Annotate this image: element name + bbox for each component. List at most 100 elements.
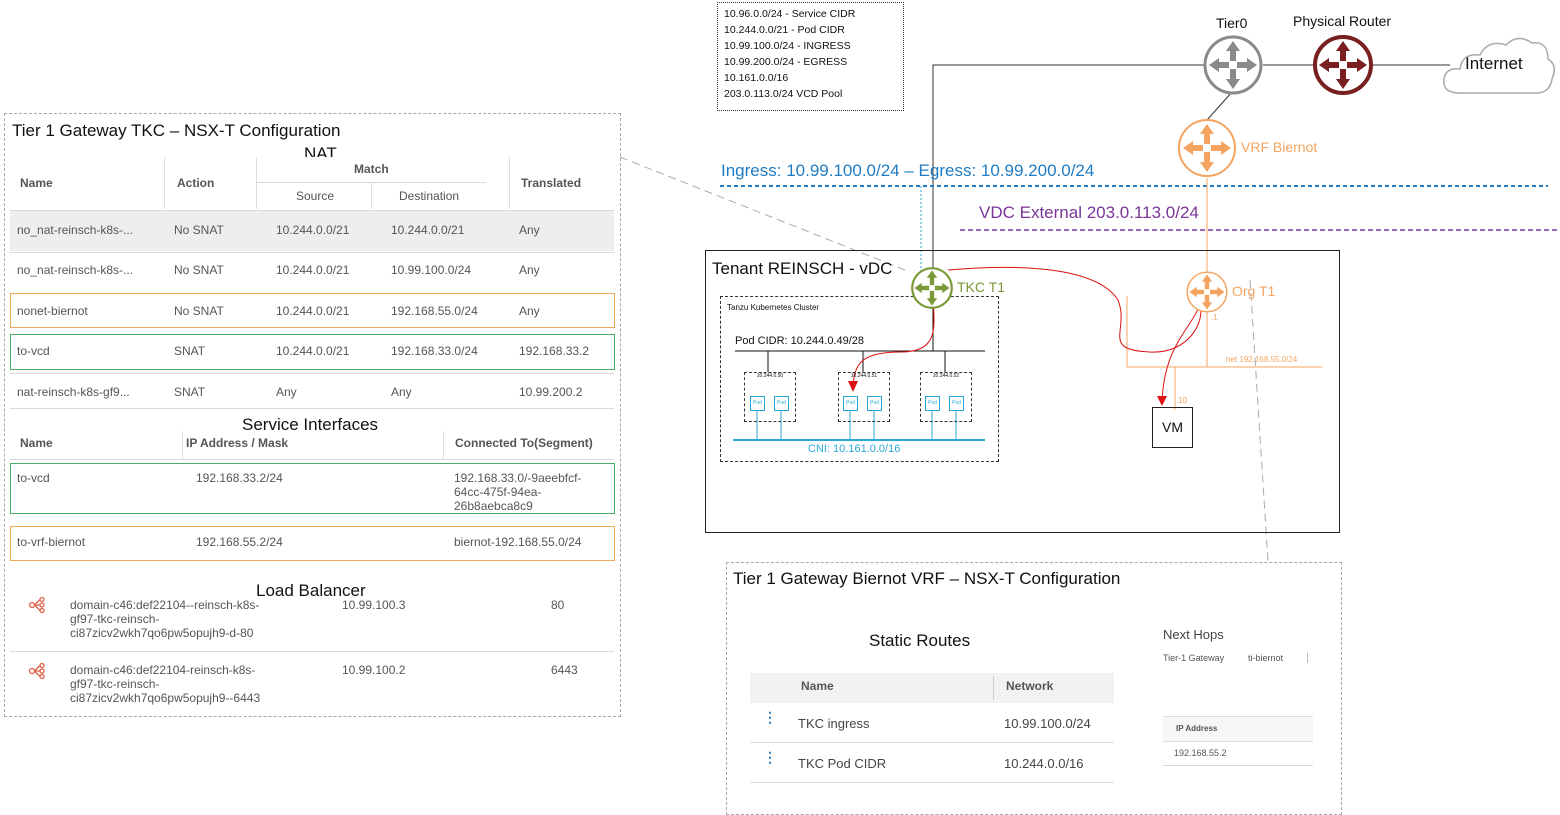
lb-name-line: ci87zicv2wkh7qo6pw5opujh9--6443 (70, 691, 261, 705)
vm-box: VM (1152, 407, 1193, 448)
next-hop-ip: 192.168.55.2 (1174, 748, 1227, 758)
si-cell-ip: 192.168.55.2/24 (196, 535, 283, 549)
pod-icon: Pod (843, 396, 858, 411)
cidr-legend-item: 10.99.100.0/24 - INGRESS (724, 40, 851, 52)
si-connected-line: 192.168.33.0/-9aeebfcf- (454, 471, 582, 485)
cidr-legend-item: 10.244.0.0/21 - Pod CIDR (724, 24, 845, 36)
cidr-legend-item: 10.96.0.0/24 - Service CIDR (724, 8, 856, 20)
lb-cell-name: domain-c46:def22104--reinsch-k8s- gf97-t… (70, 598, 259, 640)
physical-router-label: Physical Router (1293, 13, 1392, 29)
cidr-legend: 10.96.0.0/24 - Service CIDR 10.244.0.0/2… (717, 2, 904, 111)
vdc-external-label: VDC External 203.0.113.0/24 (979, 203, 1199, 222)
lb-name-line: ci87zicv2wkh7qo6pw5opujh9-d-80 (70, 626, 254, 640)
si-cell-name: to-vrf-biernot (17, 535, 86, 549)
next-hops-title: Next Hops (1163, 627, 1224, 642)
port-label: .1 (1211, 313, 1218, 322)
kebab-menu-icon[interactable]: ⋮ (763, 710, 777, 724)
nat-col-action: Action (177, 176, 215, 190)
nat-cell-action: No SNAT (174, 304, 224, 318)
nat-cell-name: no_nat-reinsch-k8s-... (17, 263, 134, 277)
pod-icon: Pod (867, 396, 882, 411)
lb-name-line: gf97-tkc-reinsch- (70, 612, 160, 626)
service-interfaces-title: Service Interfaces (242, 415, 379, 434)
node-label: 10.244.0.52 (932, 373, 960, 379)
cni-label: CNI: 10.161.0.0/16 (808, 443, 901, 455)
tier0-router-icon (1203, 35, 1263, 100)
si-col-name: Name (20, 436, 53, 450)
nat-cell-name: no_nat-reinsch-k8s-... (17, 223, 134, 237)
si-cell-connected: 192.168.33.0/-9aeebfcf- 64cc-475f-94ea- … (454, 471, 581, 513)
cidr-legend-item: 10.161.0.0/16 (724, 72, 789, 84)
nat-cell-name: nonet-biernot (17, 304, 88, 318)
routes-col-network: Network (1006, 679, 1054, 693)
nat-cell-destination: 10.244.0.0/21 (391, 223, 465, 237)
nat-cell-action: No SNAT (174, 223, 224, 237)
ip-address-col: IP Address (1176, 724, 1218, 733)
node-label: 10.244.0.51 (850, 373, 878, 379)
vrf-config-title: Tier 1 Gateway Biernot VRF – NSX-T Confi… (733, 569, 1121, 588)
route-cell-name: TKC Pod CIDR (798, 756, 887, 771)
pod-icon: Pod (949, 396, 964, 411)
nat-col-translated: Translated (521, 176, 582, 190)
cidr-legend-item: 203.0.113.0/24 VCD Pool (724, 88, 843, 100)
pod-icon: Pod (925, 396, 940, 411)
nat-col-name: Name (20, 176, 53, 190)
nat-cell-name: nat-reinsch-k8s-gf9... (17, 385, 130, 399)
next-hop-gateway: ti-biernot (1248, 653, 1284, 663)
nat-cell-source: 10.244.0.0/21 (276, 223, 350, 237)
load-balancer-icon (28, 662, 46, 685)
nat-cell-translated: Any (519, 223, 540, 237)
kebab-menu-icon[interactable]: ⋮ (763, 750, 777, 764)
nat-cell-source: Any (276, 385, 297, 399)
si-connected-line: 26b8aebca8c9 (454, 499, 533, 513)
ingress-egress-label: Ingress: 10.99.100.0/24 – Egress: 10.99.… (721, 161, 1095, 180)
nat-cell-translated: 10.99.200.2 (519, 385, 583, 399)
nat-cell-action: SNAT (174, 385, 206, 399)
next-hop-type: Tier-1 Gateway (1163, 653, 1225, 663)
pod-icon: Pod (750, 396, 765, 411)
nat-cell-name: to-vcd (17, 344, 50, 358)
node-label: 10.244.0.50 (756, 373, 784, 379)
tkc-t1-router-icon (910, 266, 954, 315)
si-col-connected: Connected To(Segment) (455, 436, 593, 450)
nat-cell-destination: 192.168.55.0/24 (391, 304, 478, 318)
nat-cell-source: 10.244.0.0/21 (276, 304, 350, 318)
nat-col-match: Match (354, 162, 389, 176)
si-cell-name: to-vcd (17, 471, 50, 485)
internet-label: Internet (1465, 54, 1523, 73)
nat-cell-destination: 10.99.100.0/24 (391, 263, 472, 277)
lb-cell-ip: 10.99.100.2 (342, 663, 406, 677)
org-net-label: net 192.168.55.0/24 (1226, 355, 1298, 364)
nat-col-source: Source (296, 189, 335, 203)
nat-cell-source: 10.244.0.0/21 (276, 263, 350, 277)
si-connected-line: 64cc-475f-94ea- (454, 485, 542, 499)
si-col-ip: IP Address / Mask (186, 436, 289, 450)
lb-cell-name: domain-c46:def22104-reinsch-k8s- gf97-tk… (70, 663, 260, 705)
nat-cell-action: SNAT (174, 344, 206, 358)
org-t1-router-icon (1185, 270, 1229, 319)
vm-port-label: 10 (1178, 396, 1187, 405)
physical-router-icon (1313, 35, 1373, 100)
si-cell-connected: biernot-192.168.55.0/24 (454, 535, 582, 549)
routes-col-name: Name (801, 679, 834, 693)
route-cell-network: 10.244.0.0/16 (1004, 756, 1084, 771)
vrf-router-icon (1177, 118, 1237, 183)
nat-col-destination: Destination (399, 189, 460, 203)
nat-cell-source: 10.244.0.0/21 (276, 344, 350, 358)
lb-name-line: domain-c46:def22104--reinsch-k8s- (70, 598, 260, 612)
nat-cell-destination: Any (391, 385, 412, 399)
nat-cell-action: No SNAT (174, 263, 224, 277)
tier0-label: Tier0 (1216, 15, 1248, 31)
nat-cell-translated: 192.168.33.2 (519, 344, 590, 358)
cidr-legend-item: 10.99.200.0/24 - EGRESS (724, 56, 848, 68)
nat-cell-translated: Any (519, 304, 540, 318)
route-cell-name: TKC ingress (798, 716, 870, 731)
static-routes-title: Static Routes (869, 631, 971, 650)
tkc-config-title: Tier 1 Gateway TKC – NSX-T Configuration (12, 121, 341, 140)
vrf-label: VRF Biernot (1241, 139, 1318, 155)
route-cell-network: 10.99.100.0/24 (1004, 716, 1091, 731)
org-t1-label: Org T1 (1232, 283, 1276, 299)
si-cell-ip: 192.168.33.2/24 (196, 471, 283, 485)
lb-name-line: domain-c46:def22104-reinsch-k8s- (70, 663, 256, 677)
lb-name-line: gf97-tkc-reinsch- (70, 677, 160, 691)
